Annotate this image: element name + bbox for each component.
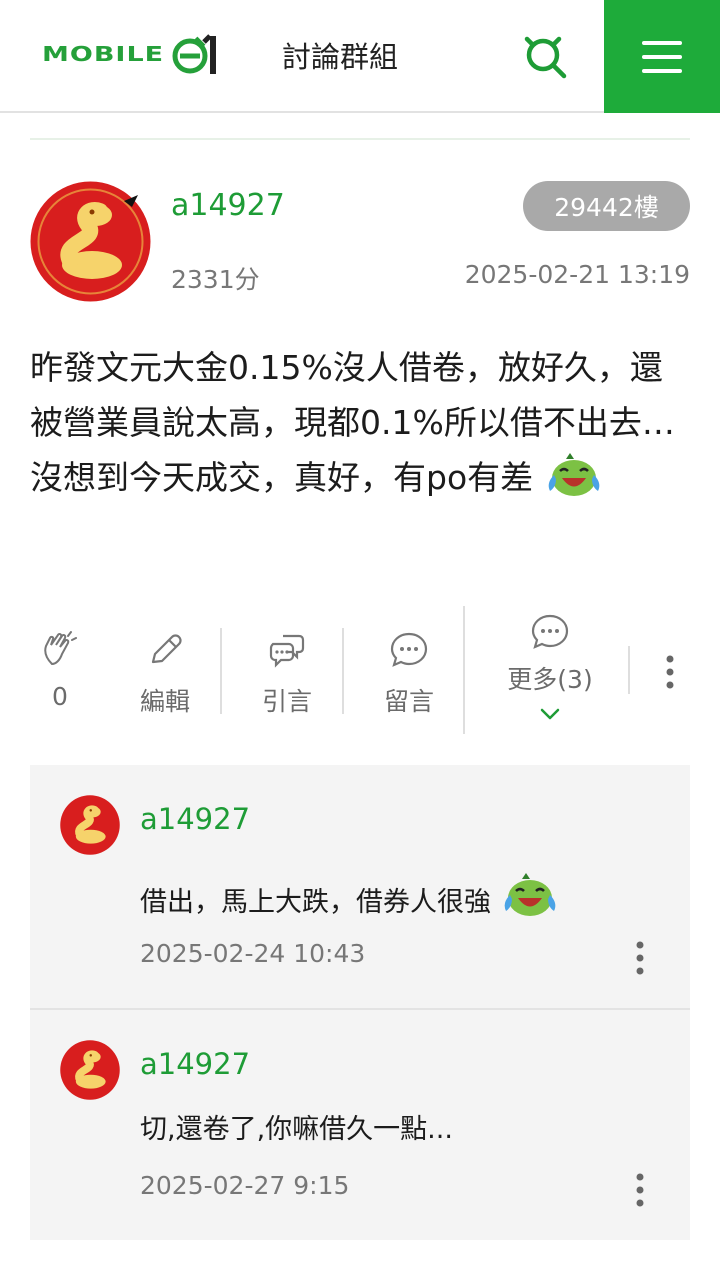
top-header: MOBILE 討論群組	[0, 0, 720, 113]
reply-options-button[interactable]	[630, 1172, 650, 1208]
reply-text: 借出，馬上大跌，借券人很強	[140, 871, 560, 919]
search-icon	[524, 36, 567, 79]
snake-avatar-icon	[30, 181, 151, 302]
post-action-bar: 0 編輯 引言 留言 更多(3)	[0, 600, 720, 740]
post-timestamp: 2025-02-21 13:19	[464, 260, 690, 289]
kebab-menu-icon	[666, 655, 674, 689]
comment-button[interactable]: 留言	[374, 630, 444, 718]
reply-options-button[interactable]	[630, 940, 650, 976]
post-options-button[interactable]	[660, 654, 680, 690]
reply-author[interactable]: a14927	[140, 1047, 250, 1081]
reply-avatar[interactable]	[60, 1040, 120, 1100]
reply-list: a14927 借出，馬上大跌，借券人很強 2025-02-24 10:43 a1…	[30, 765, 690, 1240]
quote-label: 引言	[261, 687, 312, 716]
edit-button[interactable]: 編輯	[130, 630, 200, 718]
page-title: 討論群組	[282, 40, 399, 74]
quote-chat-icon	[269, 634, 305, 668]
snake-avatar-icon	[60, 1040, 120, 1100]
quote-button[interactable]: 引言	[252, 630, 322, 718]
pencil-icon	[151, 634, 182, 664]
menu-button[interactable]	[604, 0, 720, 113]
floor-badge[interactable]: 29442樓	[523, 181, 690, 231]
search-button[interactable]	[521, 33, 569, 81]
reply-divider	[30, 1008, 690, 1010]
action-separator	[220, 628, 222, 714]
logo-text: MOBILE	[42, 42, 165, 66]
more-button[interactable]: 更多(3)	[497, 612, 603, 722]
action-separator	[463, 606, 465, 734]
author-avatar[interactable]	[30, 181, 151, 302]
kebab-menu-icon	[636, 1173, 644, 1207]
edit-label: 編輯	[139, 687, 190, 716]
logo-01-mark	[172, 34, 217, 74]
laughing-crying-emoji-icon	[504, 873, 555, 916]
reply-text: 切,還卷了,你嘛借久一點...	[140, 1114, 453, 1145]
hamburger-menu-icon	[642, 40, 682, 73]
reply-avatar[interactable]	[60, 795, 120, 855]
reply-timestamp: 2025-02-24 10:43	[140, 939, 366, 968]
section-divider	[30, 138, 690, 140]
laughing-crying-emoji-icon	[548, 453, 599, 496]
reply-text-content: 借出，馬上大跌，借券人很強	[140, 887, 491, 918]
post-author[interactable]: a14927	[171, 188, 285, 223]
chevron-down-icon	[540, 708, 560, 720]
snake-avatar-icon	[60, 795, 120, 855]
reply-timestamp: 2025-02-27 9:15	[140, 1171, 350, 1200]
mobile01-logo[interactable]: MOBILE	[42, 30, 228, 78]
action-separator	[628, 646, 630, 694]
kebab-menu-icon	[636, 941, 644, 975]
comment-label: 留言	[383, 687, 434, 716]
reply-author[interactable]: a14927	[140, 802, 250, 836]
comment-bubble-icon	[390, 632, 428, 667]
clap-button[interactable]: 0	[30, 630, 90, 711]
author-score: 2331分	[171, 265, 260, 294]
clap-icon	[44, 631, 77, 666]
clap-count: 0	[52, 682, 68, 711]
action-separator	[342, 628, 344, 714]
more-chat-icon	[531, 614, 569, 649]
post-body: 昨發文元大金0.15%沒人借卷，放好久，還被營業員說太高，現都0.1%所以借不出…	[30, 340, 695, 505]
more-label: 更多(3)	[507, 665, 593, 694]
